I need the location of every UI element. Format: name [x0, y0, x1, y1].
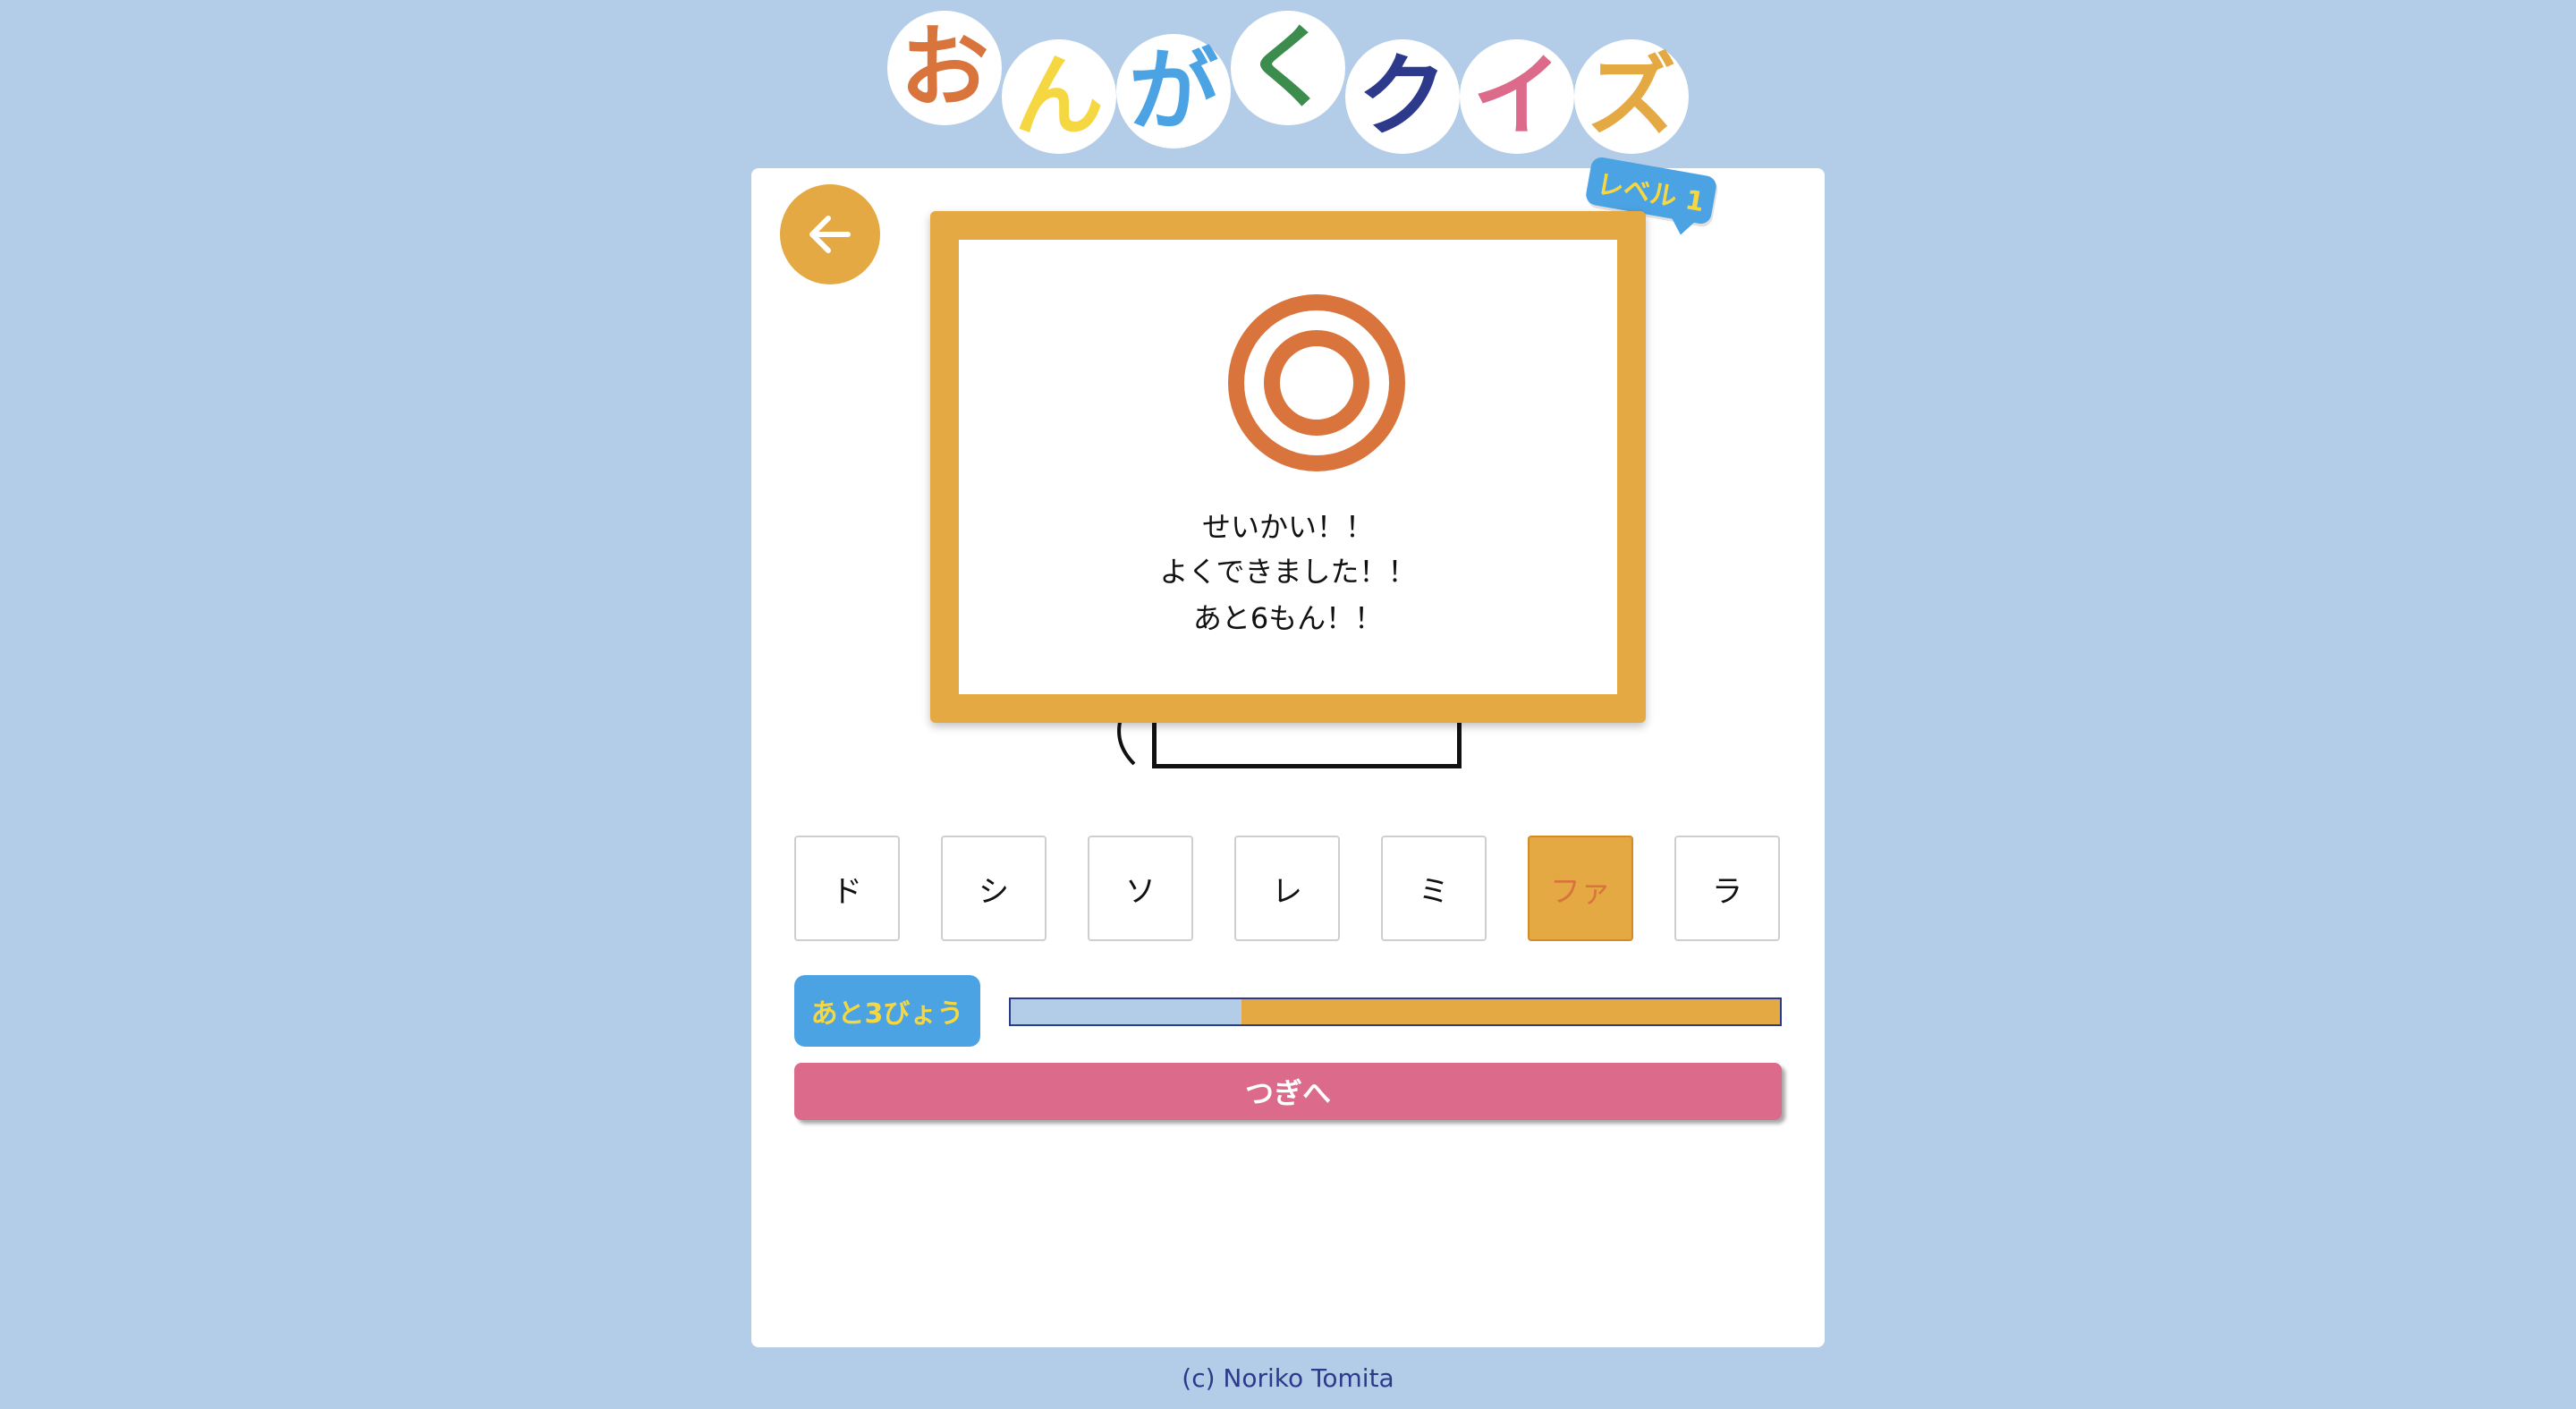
title-char: お — [887, 11, 1002, 125]
result-modal: せいかい！！ よくできました！！ あと6もん！！ — [930, 211, 1646, 723]
note-button-do[interactable]: ド — [794, 836, 900, 941]
title-char: イ — [1460, 39, 1574, 154]
timer-bar — [1009, 997, 1782, 1026]
note-button-ra[interactable]: ラ — [1674, 836, 1780, 941]
back-button[interactable] — [780, 184, 880, 284]
timer-label: あと3びょう — [794, 975, 980, 1047]
result-message-3: あと6もん！！ — [1192, 601, 1384, 635]
title-char: ん — [1002, 39, 1116, 154]
staff-box — [1152, 723, 1462, 768]
title-char: く — [1231, 11, 1345, 125]
app-title: お ん が く ク イ ズ — [0, 0, 2576, 161]
next-button[interactable]: つぎへ — [794, 1063, 1782, 1120]
title-char: ズ — [1574, 39, 1689, 154]
double-circle-icon — [1228, 294, 1405, 471]
page: お ん が く ク イ ズ レベル 1 ド シ ソ レ ミ ファ ラ あと3びょ… — [0, 0, 2576, 1409]
note-button-fa[interactable]: ファ — [1528, 836, 1633, 941]
timer-elapsed-fill — [1011, 999, 1241, 1024]
footer-credit: (c) Noriko Tomita — [1182, 1363, 1394, 1393]
arrow-left-icon — [809, 216, 851, 253]
note-button-mi[interactable]: ミ — [1381, 836, 1487, 941]
result-message-1: せいかい！！ — [1201, 510, 1374, 544]
result-modal-body: せいかい！！ よくできました！！ あと6もん！！ — [959, 240, 1617, 694]
title-char: が — [1116, 34, 1231, 149]
note-button-si[interactable]: シ — [941, 836, 1046, 941]
note-button-re[interactable]: レ — [1234, 836, 1340, 941]
title-char: ク — [1345, 39, 1460, 154]
result-message-2: よくできました！！ — [1159, 555, 1417, 589]
note-button-so[interactable]: ソ — [1088, 836, 1193, 941]
